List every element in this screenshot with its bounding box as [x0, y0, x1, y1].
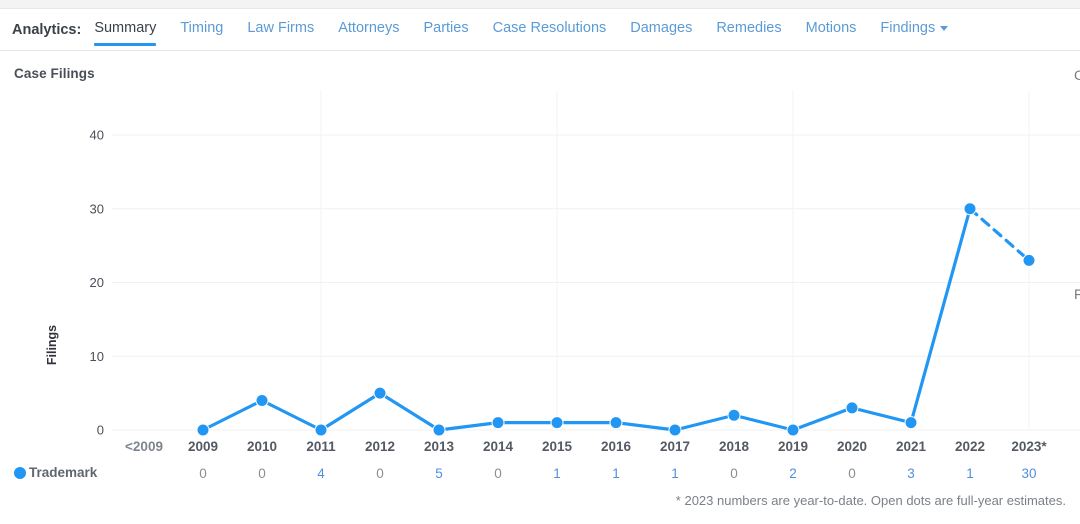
- top-strip: [0, 0, 1080, 9]
- nav-item-label: Findings: [880, 20, 936, 36]
- case-filings-chart: 0 10 20 30 40 Filings: [0, 90, 1080, 450]
- value-cell-2018: 0: [730, 466, 738, 481]
- value-cell-2022: 1: [966, 466, 974, 481]
- nav-item-label: Case Resolutions: [492, 20, 607, 36]
- x-axis-tick-2010: 2010: [246, 439, 278, 454]
- x-axis-tick-labels: <2009 2009 2010 2011 2012 2013 2014 2015 2016 201…: [0, 439, 1080, 461]
- legend-dot-icon: [14, 466, 26, 479]
- nav-item-parties[interactable]: Parties: [423, 20, 468, 39]
- x-axis-tick-2018: 2018: [718, 439, 750, 454]
- chevron-down-icon: [940, 25, 949, 31]
- data-point-2010[interactable]: [255, 394, 269, 407]
- x-axis-tick-2016: 2016: [600, 439, 632, 454]
- nav-item-label: Timing: [180, 20, 224, 36]
- data-point-2018[interactable]: [727, 408, 741, 422]
- y-axis-tick-label: 10: [90, 349, 104, 364]
- chart-canvas: 0 10 20 30 40: [90, 90, 1080, 438]
- data-point-2023[interactable]: [1022, 253, 1036, 267]
- value-cell-2021: 3: [907, 466, 915, 481]
- nav-item-findings[interactable]: Findings: [880, 20, 949, 39]
- data-point-2013[interactable]: [432, 423, 446, 437]
- y-axis-tick-label: 40: [90, 128, 104, 143]
- nav-item-law-firms[interactable]: Law Firms: [247, 20, 314, 39]
- x-axis-tick-2015: 2015: [541, 439, 573, 454]
- x-axis-tick-2023: 2023*: [1011, 439, 1047, 454]
- series-values-row: Trademark 0 0 4 0 5 0 1 1 1 0 2 0 3 1 30: [0, 464, 1080, 488]
- x-axis-tick-2012: 2012: [364, 439, 396, 454]
- chart-footnote: * 2023 numbers are year-to-date. Open do…: [675, 493, 1066, 508]
- analytics-nav-label: Analytics:: [12, 21, 82, 38]
- nav-item-label: Remedies: [716, 20, 782, 36]
- nav-item-label: Attorneys: [338, 20, 400, 36]
- nav-item-attorneys[interactable]: Attorneys: [338, 20, 399, 39]
- page-title: Case Filings: [14, 66, 95, 81]
- nav-item-summary[interactable]: Summary: [94, 20, 157, 46]
- analytics-nav-bar: Analytics: Summary Timing Law Firms Attorne…: [0, 9, 1080, 51]
- value-cell-2023: 30: [1021, 466, 1037, 481]
- nav-item-timing[interactable]: Timing: [180, 20, 223, 39]
- x-axis-tick-2014: 2014: [482, 439, 514, 454]
- data-point-2017[interactable]: [668, 423, 682, 437]
- x-axis-tick-2009: 2009: [187, 439, 219, 454]
- nav-item-label: Summary: [94, 20, 157, 36]
- legend-trademark[interactable]: Trademark: [14, 465, 97, 480]
- data-point-2021[interactable]: [904, 416, 918, 430]
- nav-item-damages[interactable]: Damages: [630, 20, 692, 39]
- nav-item-label: Damages: [630, 20, 693, 36]
- data-point-2019[interactable]: [786, 423, 800, 437]
- value-cell-2012: 0: [376, 466, 384, 481]
- value-cell-2017: 1: [671, 466, 679, 481]
- y-axis-tick-label: 20: [90, 275, 104, 290]
- value-cell-2016: 1: [612, 466, 620, 481]
- x-axis-tick-2017: 2017: [659, 439, 691, 454]
- x-axis-tick-2019: 2019: [777, 439, 809, 454]
- value-cell-2015: 1: [553, 466, 561, 481]
- series-line-estimate-dashed: [968, 207, 1031, 262]
- x-axis-tick-2011: 2011: [306, 439, 336, 454]
- value-cell-2020: 0: [848, 466, 856, 481]
- x-axis-tick-2021: 2021: [895, 439, 927, 454]
- value-cell-2009: 0: [199, 466, 207, 481]
- data-point-2009[interactable]: [196, 423, 210, 437]
- value-cell-2019: 2: [789, 466, 797, 481]
- y-axis-tick-label: 30: [90, 201, 104, 216]
- nav-item-label: Law Firms: [247, 20, 315, 36]
- data-point-2020[interactable]: [845, 401, 859, 415]
- nav-item-label: Parties: [423, 20, 469, 36]
- nav-item-case-resolutions[interactable]: Case Resolutions: [493, 20, 607, 39]
- nav-item-remedies[interactable]: Remedies: [716, 20, 781, 39]
- y-axis-label: Filings: [45, 324, 59, 366]
- data-point-2015[interactable]: [550, 416, 564, 430]
- legend-label: Trademark: [29, 465, 98, 480]
- x-axis-tick-lt2009: <2009: [125, 439, 163, 454]
- value-cell-2013: 5: [435, 466, 443, 481]
- value-cell-2014: 0: [494, 466, 502, 481]
- data-point-2014[interactable]: [491, 416, 505, 430]
- data-point-2012[interactable]: [373, 386, 387, 400]
- y-axis-tick-label: 0: [97, 423, 104, 438]
- data-point-2011[interactable]: [314, 423, 328, 437]
- edge-clipped-text-top: C: [1074, 67, 1080, 83]
- x-axis-tick-2022: 2022: [954, 439, 986, 454]
- value-cell-2010: 0: [258, 466, 266, 481]
- data-point-2016[interactable]: [609, 416, 623, 430]
- x-axis-tick-2013: 2013: [423, 439, 455, 454]
- series-line-trademark: [201, 207, 972, 432]
- x-axis-tick-2020: 2020: [836, 439, 868, 454]
- data-point-2022[interactable]: [963, 202, 977, 216]
- nav-item-label: Motions: [805, 20, 857, 36]
- nav-item-motions[interactable]: Motions: [806, 20, 857, 39]
- value-cell-2011: 4: [317, 466, 325, 481]
- analytics-case-filings-page: Analytics: Summary Timing Law Firms Attorne…: [0, 0, 1080, 524]
